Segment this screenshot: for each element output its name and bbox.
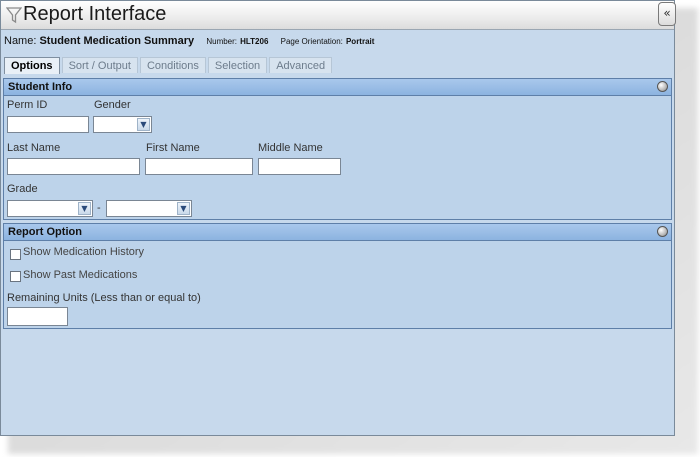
first-name-label: First Name <box>146 142 200 154</box>
panel-toggle-icon[interactable] <box>657 81 668 92</box>
report-option-header: Report Option <box>4 224 671 241</box>
chevron-down-icon[interactable]: ▼ <box>78 202 91 215</box>
student-info-header: Student Info <box>4 79 671 96</box>
remaining-units-input[interactable] <box>7 307 68 326</box>
collapse-panel-button[interactable]: « <box>658 2 676 26</box>
name-label: Name: <box>4 35 37 47</box>
last-name-input[interactable] <box>7 158 140 175</box>
number-label: Number: <box>206 37 238 46</box>
first-name-input[interactable] <box>145 158 253 175</box>
show-medication-history-label: Show Medication History <box>23 246 145 258</box>
report-number: HLT206 <box>240 37 269 46</box>
filter-funnel-icon <box>6 7 22 24</box>
panel-toggle-icon[interactable] <box>657 226 668 237</box>
report-option-panel: Report Option Show Medication History Sh… <box>3 223 672 329</box>
double-chevron-left-icon: « <box>663 6 671 20</box>
page-orientation: Portrait <box>345 37 375 46</box>
perm-id-label: Perm ID <box>7 99 48 111</box>
tab-bar: Options Sort / Output Conditions Selecti… <box>4 57 334 74</box>
perm-id-input[interactable] <box>7 116 89 133</box>
tab-options[interactable]: Options <box>4 57 60 74</box>
tab-selection[interactable]: Selection <box>207 57 268 73</box>
tab-conditions[interactable]: Conditions <box>139 57 206 73</box>
student-info-panel: Student Info Perm ID Gender ▼ Last Name … <box>3 78 672 220</box>
show-past-medications-checkbox[interactable] <box>10 271 21 282</box>
gender-label: Gender <box>94 99 131 111</box>
gender-select[interactable]: ▼ <box>93 116 152 133</box>
chevron-down-icon[interactable]: ▼ <box>137 118 150 131</box>
report-info-row: Name: Student Medication Summary Number:… <box>4 35 374 47</box>
show-past-medications-label: Show Past Medications <box>23 269 138 281</box>
show-medication-history-checkbox[interactable] <box>10 249 21 260</box>
grade-from-select[interactable]: ▼ <box>7 200 93 217</box>
grade-range-separator: - <box>97 202 101 214</box>
report-interface-window: Report Interface « Name: Student Medicat… <box>0 0 676 436</box>
remaining-units-label: Remaining Units (Less than or equal to) <box>7 292 201 304</box>
last-name-label: Last Name <box>7 142 61 154</box>
window-title: Report Interface <box>23 3 167 25</box>
report-name: Student Medication Summary <box>39 35 195 47</box>
tab-sort-output[interactable]: Sort / Output <box>61 57 138 73</box>
report-option-title: Report Option <box>8 226 82 238</box>
middle-name-label: Middle Name <box>258 142 323 154</box>
orientation-label: Page Orientation: <box>280 37 343 46</box>
title-bar: Report Interface « <box>1 1 676 30</box>
middle-name-input[interactable] <box>258 158 341 175</box>
tab-advanced[interactable]: Advanced <box>269 57 333 73</box>
grade-to-select[interactable]: ▼ <box>106 200 192 217</box>
chevron-down-icon[interactable]: ▼ <box>177 202 190 215</box>
grade-label: Grade <box>7 183 38 195</box>
student-info-title: Student Info <box>8 81 73 93</box>
